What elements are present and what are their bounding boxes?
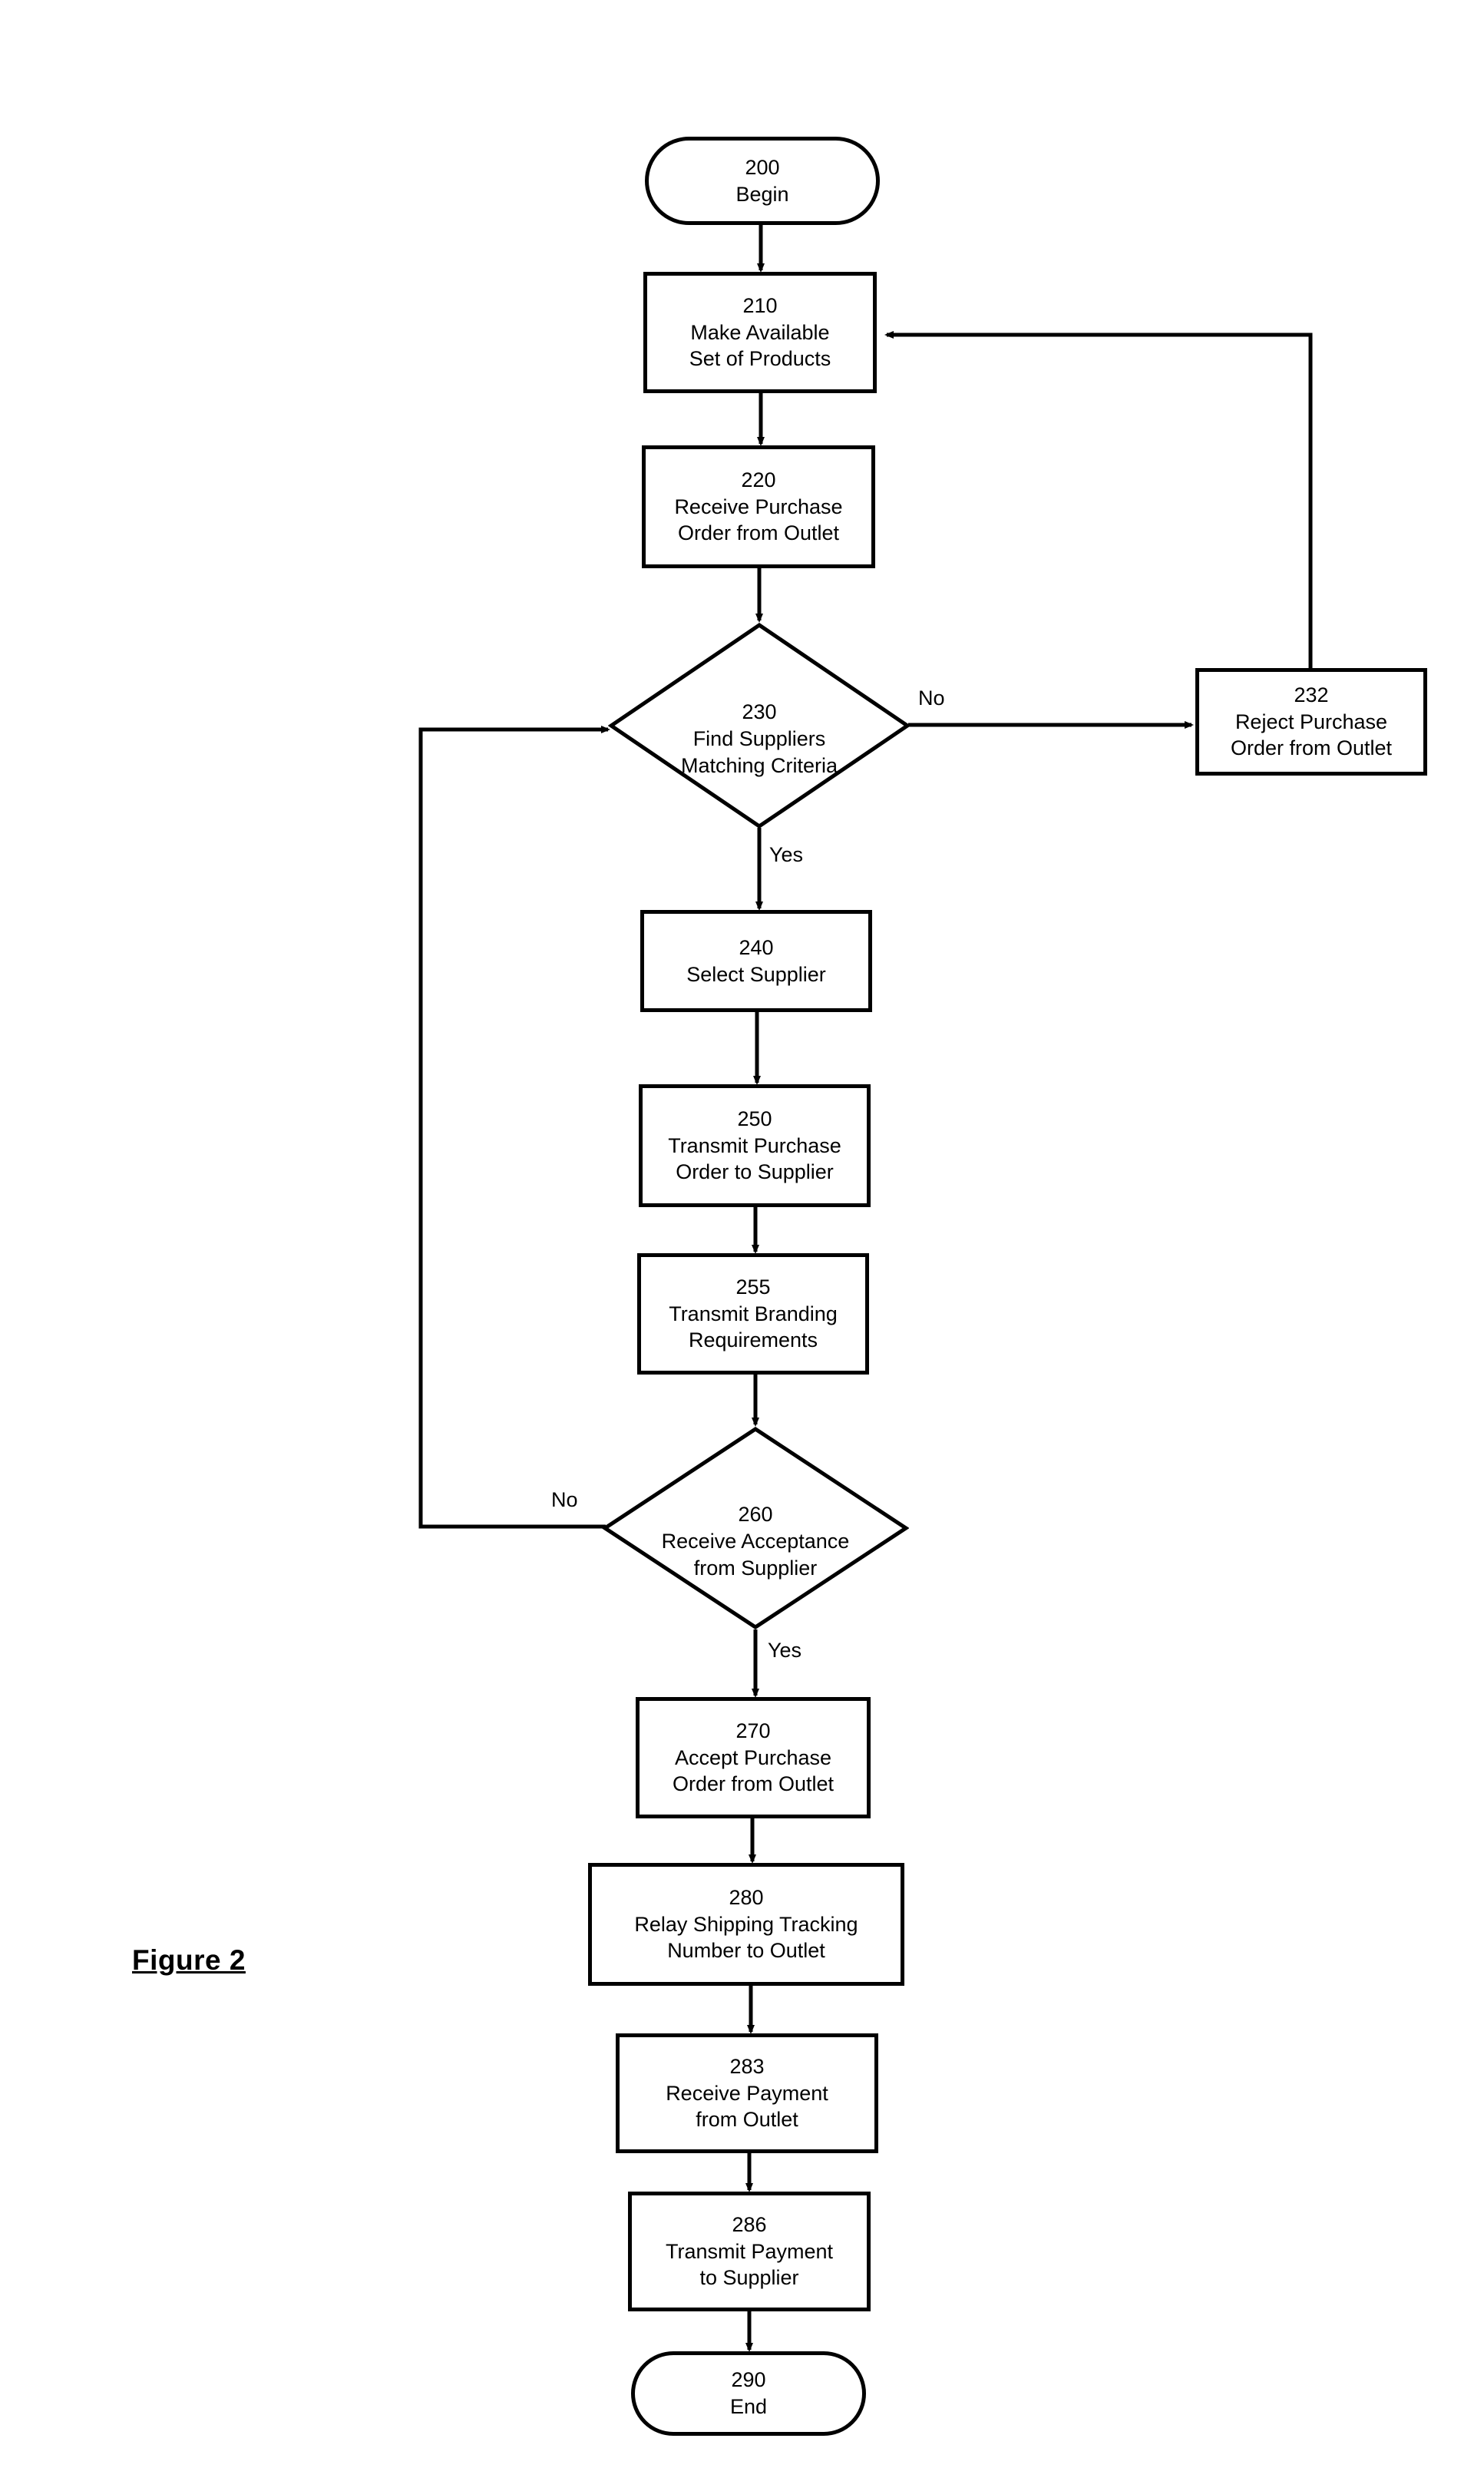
node-220-label: Receive Purchase Order from Outlet	[674, 495, 843, 545]
node-255-label: Transmit Branding Requirements	[669, 1302, 838, 1352]
node-200-label: Begin	[735, 182, 789, 206]
node-240-label: Select Supplier	[686, 962, 826, 986]
node-270-number: 270	[735, 1719, 771, 1743]
node-283-receive-payment-from-outlet: 283 Receive Payment from Outlet	[616, 2033, 878, 2153]
node-283-label: Receive Payment from Outlet	[666, 2081, 828, 2132]
node-200-begin: 200 Begin	[645, 137, 880, 225]
node-255-number: 255	[735, 1275, 771, 1299]
node-250-label: Transmit Purchase Order to Supplier	[668, 1133, 841, 1184]
node-260-diamond-shape	[602, 1427, 909, 1629]
node-230-find-suppliers-matching-criteria: 230 Find Suppliers Matching Criteria	[608, 622, 911, 829]
node-283-number: 283	[729, 2055, 765, 2079]
node-240-number: 240	[739, 935, 774, 959]
edge-label-230-yes: Yes	[769, 843, 804, 866]
node-230-diamond-shape	[608, 622, 911, 829]
node-280-number: 280	[729, 1886, 764, 1910]
edge-label-260-no: No	[551, 1488, 578, 1511]
node-286-number: 286	[732, 2213, 767, 2237]
node-290-number: 290	[731, 2368, 766, 2392]
node-232-label: Reject Purchase Order from Outlet	[1230, 710, 1393, 760]
node-210-make-available-set-of-products: 210 Make Available Set of Products	[643, 272, 877, 393]
node-260-receive-acceptance-from-supplier: 260 Receive Acceptance from Supplier	[602, 1426, 909, 1630]
node-220-number: 220	[741, 468, 776, 492]
node-286-label: Transmit Payment to Supplier	[665, 2239, 834, 2290]
node-290-end: 290 End	[631, 2351, 866, 2436]
node-250-number: 250	[737, 1107, 772, 1131]
node-290-label: End	[729, 2395, 768, 2418]
node-280-relay-shipping-tracking-number-to-outlet: 280 Relay Shipping Tracking Number to Ou…	[588, 1863, 904, 1986]
flowchart-diagram: 200 Begin 210 Make Available Set of Prod…	[0, 0, 1484, 2478]
node-210-number: 210	[742, 294, 778, 318]
node-250-transmit-purchase-order-to-supplier: 250 Transmit Purchase Order to Supplier	[639, 1084, 871, 1207]
edge-label-260-yes: Yes	[768, 1639, 802, 1662]
node-232-number: 232	[1294, 683, 1329, 707]
node-280-label: Relay Shipping Tracking Number to Outlet	[634, 1912, 858, 1963]
figure-caption: Figure 2	[132, 1944, 246, 1976]
node-255-transmit-branding-requirements: 255 Transmit Branding Requirements	[637, 1253, 869, 1375]
node-270-label: Accept Purchase Order from Outlet	[672, 1745, 835, 1796]
node-210-label: Make Available Set of Products	[689, 320, 831, 371]
node-240-select-supplier: 240 Select Supplier	[640, 910, 872, 1012]
node-286-transmit-payment-to-supplier: 286 Transmit Payment to Supplier	[628, 2192, 871, 2311]
node-220-receive-purchase-order-from-outlet: 220 Receive Purchase Order from Outlet	[642, 445, 875, 568]
node-200-number: 200	[745, 155, 780, 179]
node-232-reject-purchase-order-from-outlet: 232 Reject Purchase Order from Outlet	[1195, 668, 1427, 776]
edge-label-230-no: No	[918, 686, 945, 710]
node-270-accept-purchase-order-from-outlet: 270 Accept Purchase Order from Outlet	[636, 1697, 871, 1818]
